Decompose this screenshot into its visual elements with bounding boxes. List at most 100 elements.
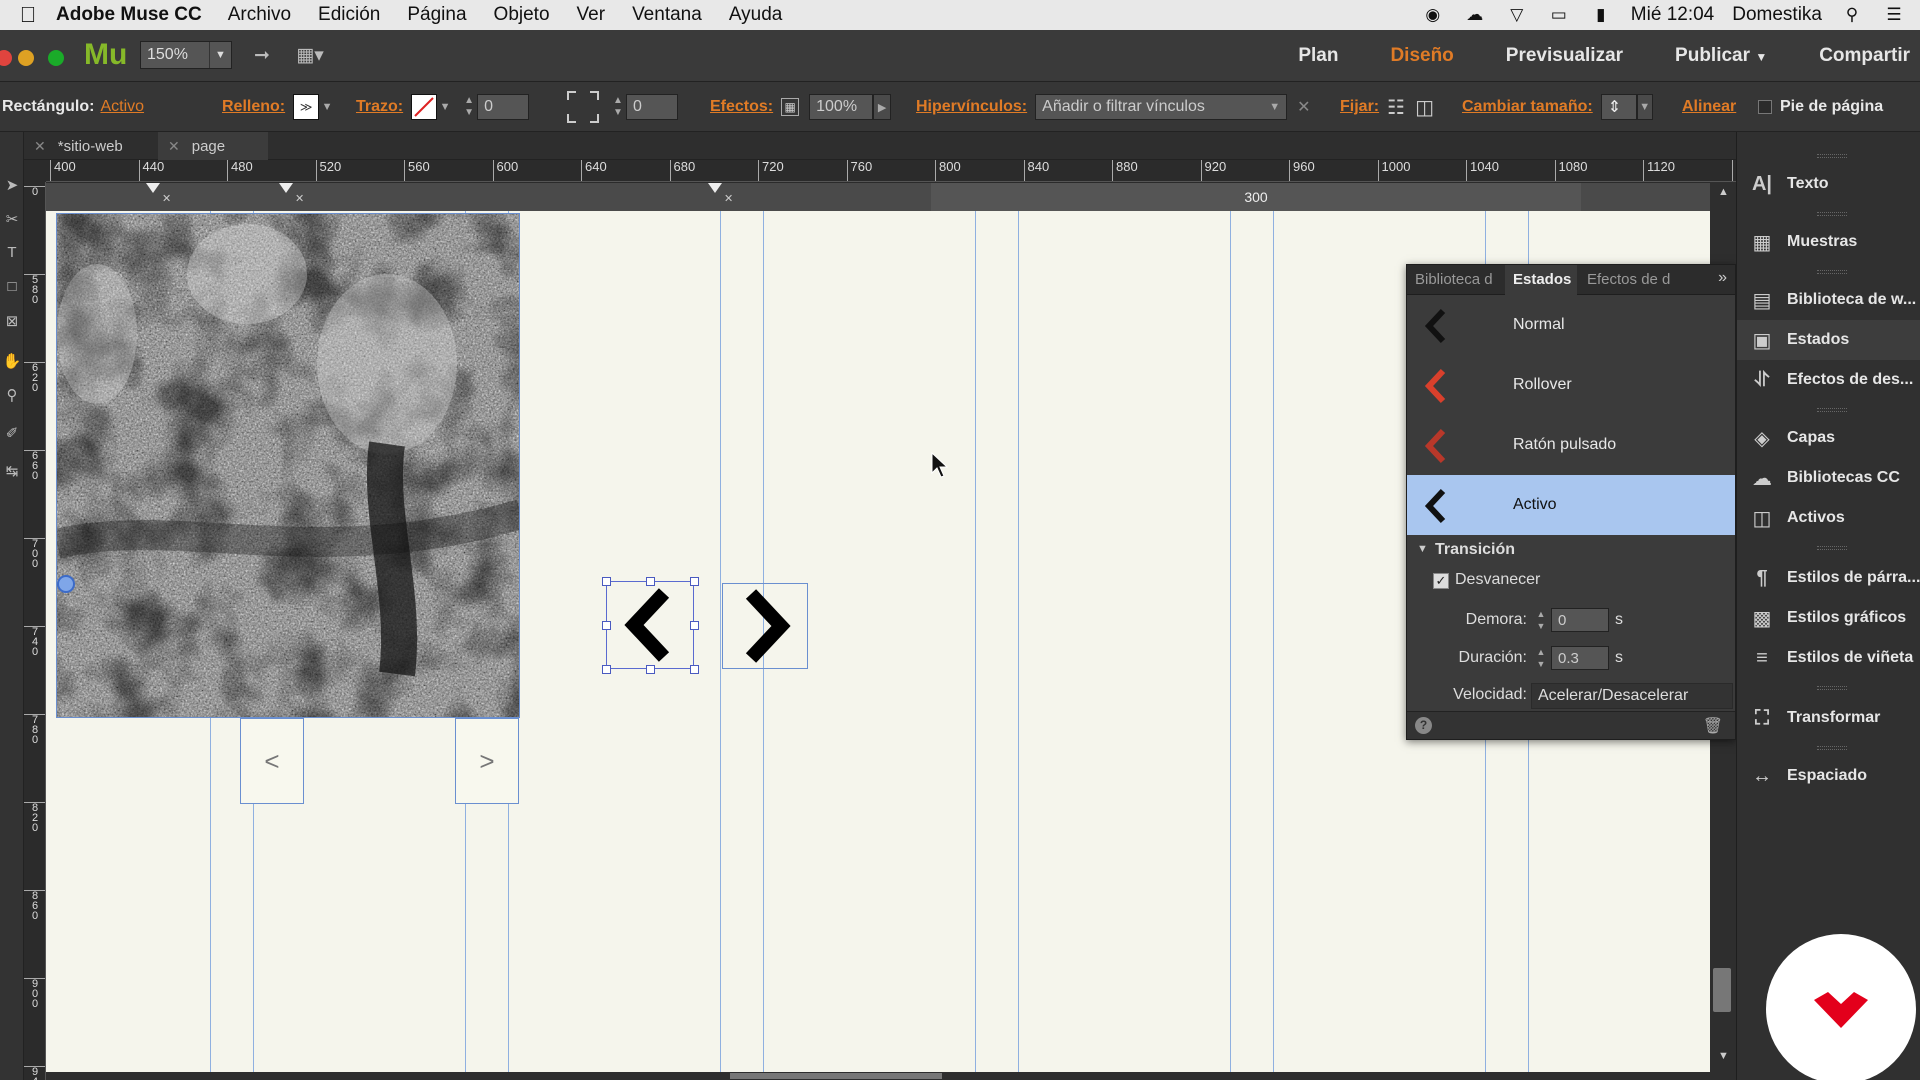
dock-grip[interactable] xyxy=(1817,686,1847,690)
corner-radius-icon[interactable] xyxy=(566,90,600,124)
object-state-link[interactable]: Activo xyxy=(100,98,144,116)
close-icon[interactable]: ✕ xyxy=(295,192,304,205)
creative-cloud-icon[interactable]: ☁ xyxy=(1463,5,1487,25)
zoom-select[interactable]: 150% ▼ xyxy=(140,41,232,69)
transition-section-header[interactable]: ▼ Transición xyxy=(1407,541,1735,563)
dock-grip[interactable] xyxy=(1817,154,1847,158)
mode-publicar[interactable]: Publicar ▼ xyxy=(1675,45,1767,67)
dock-item-scroll-effects[interactable]: ⥯ Efectos de des... xyxy=(1737,360,1920,400)
dock-item-transformar[interactable]: ⛶ Transformar xyxy=(1737,698,1920,738)
chevron-down-icon[interactable]: ▼ xyxy=(319,94,335,120)
stroke-swatch[interactable] xyxy=(411,94,438,120)
text-tool-icon[interactable]: T xyxy=(2,244,22,270)
place-file-icon[interactable]: ➞ xyxy=(246,42,278,68)
trash-icon[interactable]: 🗑 xyxy=(1703,716,1723,736)
dock-item-capas[interactable]: ◈ Capas xyxy=(1737,418,1920,458)
close-window-icon[interactable] xyxy=(0,50,12,66)
selection-handle[interactable] xyxy=(690,665,699,674)
spotlight-search-icon[interactable]: ⚲ xyxy=(1840,5,1864,25)
dock-item-paragraph-styles[interactable]: ¶ Estilos de párra... xyxy=(1737,558,1920,598)
apple-icon[interactable]:  xyxy=(0,2,56,28)
pin-label[interactable]: Fijar: xyxy=(1340,98,1379,116)
horizontal-scrollbar[interactable] xyxy=(46,1072,1710,1080)
horizontal-scrollbar-thumb[interactable] xyxy=(730,1073,942,1079)
dock-item-graphic-styles[interactable]: ▩ Estilos gráficos xyxy=(1737,598,1920,638)
tab-widgets-library[interactable]: Biblioteca d xyxy=(1407,265,1503,295)
menu-ver[interactable]: Ver xyxy=(577,4,606,26)
state-rollover[interactable]: Rollover xyxy=(1407,355,1735,415)
tab-scroll-effects[interactable]: Efectos de d xyxy=(1579,265,1683,295)
dock-item-activos[interactable]: ◫ Activos xyxy=(1737,498,1920,538)
record-icon[interactable]: ◉ xyxy=(1421,5,1445,25)
state-normal[interactable]: Normal xyxy=(1407,295,1735,355)
help-icon[interactable]: ? xyxy=(1415,717,1432,734)
menu-ayuda[interactable]: Ayuda xyxy=(729,4,783,26)
fill-swatch[interactable]: ≫ xyxy=(293,94,320,120)
mode-diseno[interactable]: Diseño xyxy=(1390,45,1453,67)
mode-previsualizar[interactable]: Previsualizar xyxy=(1506,45,1623,67)
corner-stepper[interactable]: ▲ ▼ xyxy=(610,94,626,120)
fill-label[interactable]: Relleno: xyxy=(222,98,285,116)
cactus-slideshow-image[interactable] xyxy=(56,213,520,718)
prev-arrow-rectangle[interactable] xyxy=(606,581,694,669)
airplay-icon[interactable]: ▭ xyxy=(1547,5,1571,25)
close-tab-icon[interactable]: ✕ xyxy=(168,138,180,155)
column-guide[interactable] xyxy=(1273,211,1274,1080)
tab-estados[interactable]: Estados xyxy=(1505,265,1577,295)
effects-icon[interactable]: ▦ xyxy=(781,98,800,116)
resize-mode-icon[interactable]: ⇕ xyxy=(1600,94,1637,120)
duration-input[interactable]: 0.3 xyxy=(1551,646,1609,670)
speed-select[interactable]: Acelerar/Desacelerar xyxy=(1531,683,1733,709)
delay-stepper[interactable]: ▲ ▼ xyxy=(1533,607,1549,633)
column-guide[interactable] xyxy=(975,211,976,1080)
scrollbar-thumb[interactable] xyxy=(1713,968,1731,1012)
header-guide-bar[interactable]: ✕ ✕ ✕ 300 xyxy=(46,183,1736,211)
hand-tool-icon[interactable]: ✋ xyxy=(2,352,22,378)
disclosure-triangle-icon[interactable]: ▼ xyxy=(1417,543,1428,555)
zoom-tool-icon[interactable]: ⚲ xyxy=(2,386,22,412)
dock-item-muestras[interactable]: ▦ Muestras xyxy=(1737,222,1920,262)
header-guide-marker[interactable] xyxy=(146,183,160,193)
effects-label[interactable]: Efectos: xyxy=(710,98,773,116)
horizontal-ruler[interactable]: 400 440 480 520 560 600 640 680 720 760 800 840 880 9… xyxy=(46,160,1736,182)
delay-input[interactable]: 0 xyxy=(1551,608,1609,632)
dock-item-widgets-library[interactable]: ▤ Biblioteca de w... xyxy=(1737,280,1920,320)
corner-radius-input[interactable]: 0 xyxy=(626,94,678,120)
wifi-icon[interactable]: ▽ xyxy=(1505,5,1529,25)
close-icon[interactable]: ✕ xyxy=(162,192,171,205)
dock-grip[interactable] xyxy=(1817,546,1847,550)
stroke-stepper[interactable]: ▲ ▼ xyxy=(461,94,477,120)
menubar-clock[interactable]: Mié 12:04 xyxy=(1631,4,1714,26)
panel-expand-icon[interactable]: » xyxy=(1718,269,1727,287)
state-active[interactable]: Activo xyxy=(1407,475,1735,535)
header-guide-marker[interactable] xyxy=(279,183,293,193)
selection-handle[interactable] xyxy=(690,577,699,586)
scroll-down-icon[interactable]: ▼ xyxy=(1718,1050,1729,1062)
preview-size-icon[interactable]: ▦▾ xyxy=(294,42,326,68)
pin-browser-icon[interactable]: ◫ xyxy=(1415,95,1434,120)
guides-tool-icon[interactable]: ↹ xyxy=(2,462,22,488)
dock-grip[interactable] xyxy=(1817,212,1847,216)
dock-item-bibliotecas-cc[interactable]: ☁ Bibliotecas CC xyxy=(1737,458,1920,498)
chevron-right-icon[interactable]: ▶ xyxy=(873,94,892,120)
pin-position-icon[interactable]: ☷ xyxy=(1387,95,1405,120)
selection-handle[interactable] xyxy=(690,621,699,630)
crop-tool-icon[interactable]: ✂ xyxy=(2,210,22,236)
column-guide[interactable] xyxy=(720,211,721,1080)
scroll-up-icon[interactable]: ▲ xyxy=(1718,186,1729,198)
eyedropper-tool-icon[interactable]: ✐ xyxy=(2,424,22,450)
menubar-user[interactable]: Domestika xyxy=(1732,4,1822,26)
next-arrow-rectangle[interactable] xyxy=(722,583,808,669)
stroke-width-input[interactable]: 0 xyxy=(477,94,530,120)
stroke-label[interactable]: Trazo: xyxy=(356,98,403,116)
dock-grip[interactable] xyxy=(1817,408,1847,412)
state-mouse-down[interactable]: Ratón pulsado xyxy=(1407,415,1735,475)
dock-item-espaciado[interactable]: ↔ Espaciado xyxy=(1737,756,1920,796)
mode-compartir[interactable]: Compartir xyxy=(1819,45,1910,67)
next-slide-button[interactable]: > xyxy=(455,718,519,804)
selection-tool-icon[interactable]: ➤ xyxy=(2,176,22,202)
dock-item-estados[interactable]: ▣ Estados xyxy=(1737,320,1920,360)
column-guide[interactable] xyxy=(1018,211,1019,1080)
tab-page[interactable]: ✕ page xyxy=(158,132,268,160)
align-label[interactable]: Alinear xyxy=(1682,98,1736,116)
